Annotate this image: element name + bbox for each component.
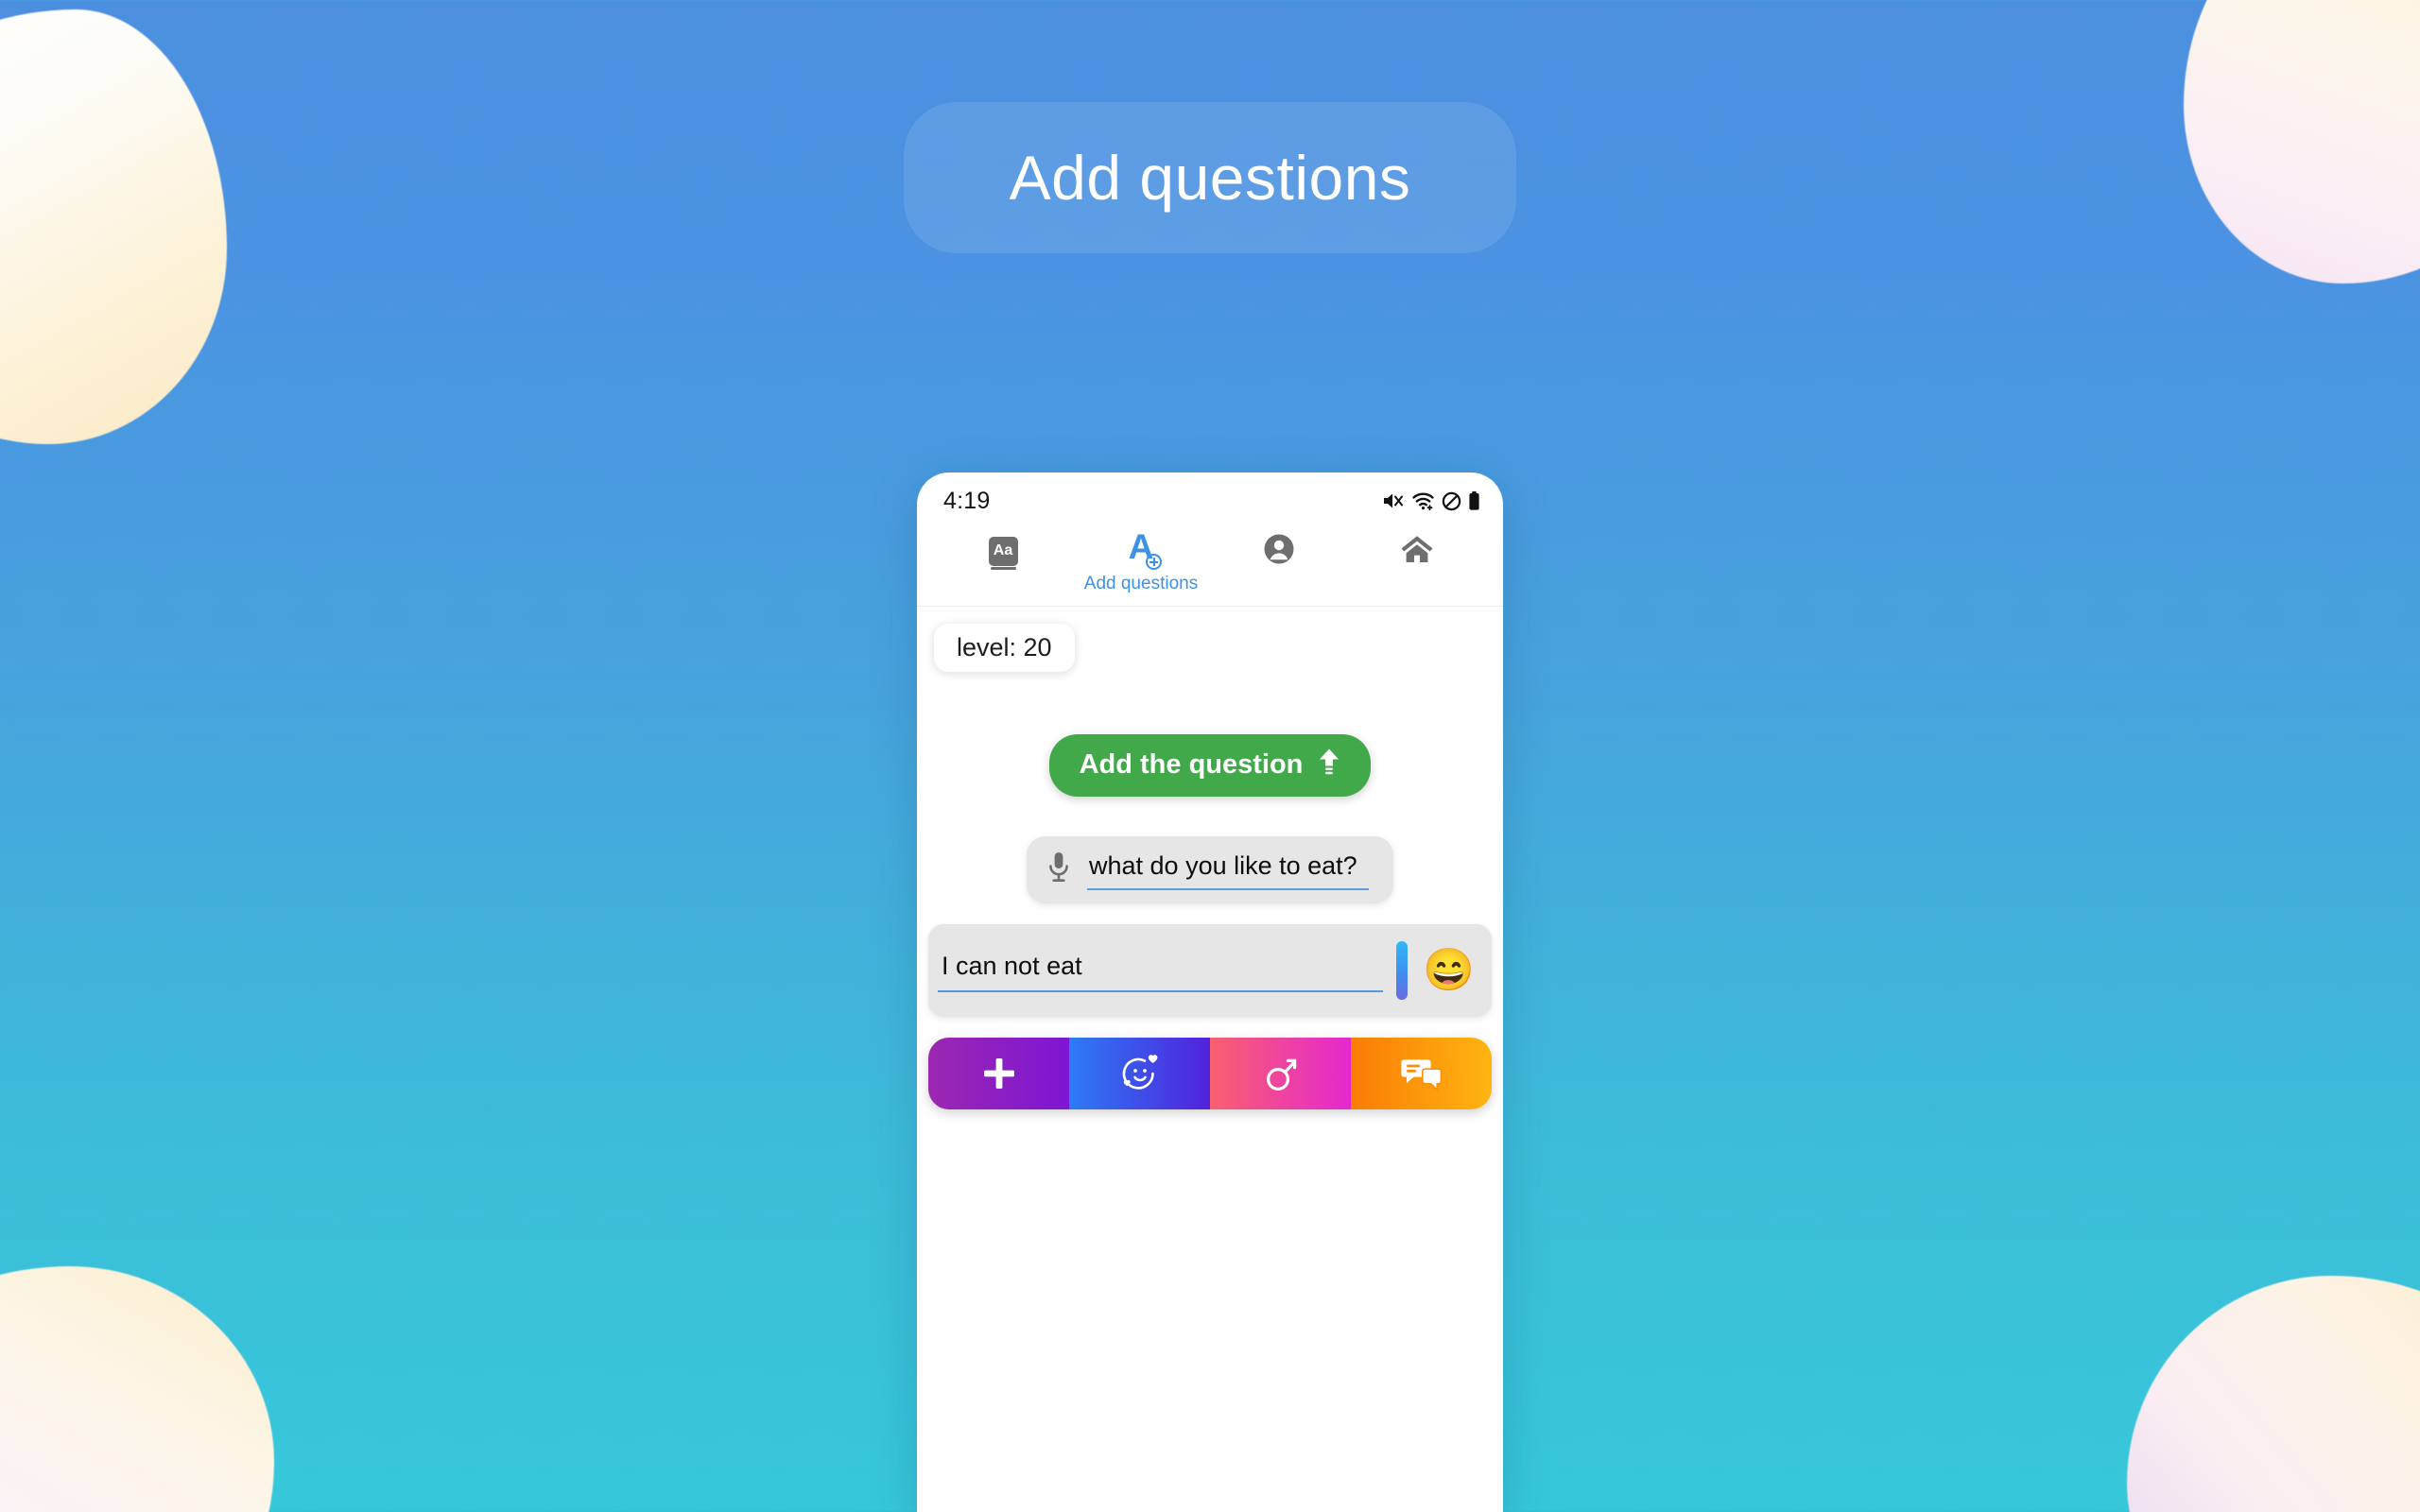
battery-icon: [1468, 490, 1480, 511]
dictionary-icon: Aa: [988, 536, 1018, 570]
upload-arrow-icon: [1316, 747, 1342, 782]
gender-action-button[interactable]: [1210, 1038, 1351, 1109]
gender-icon: [1262, 1053, 1300, 1094]
decorative-blob-bottom-left: [0, 1266, 274, 1512]
plus-icon: [979, 1054, 1019, 1093]
page-title: Add questions: [1009, 143, 1411, 213]
add-action-button[interactable]: [928, 1038, 1069, 1109]
tab-add-questions-label: Add questions: [1083, 574, 1199, 593]
level-chip: level: 20: [934, 624, 1075, 672]
profile-icon: [1262, 532, 1296, 571]
add-the-question-button[interactable]: Add the question: [1048, 734, 1372, 797]
chat-bubbles-icon: [1400, 1054, 1443, 1093]
answer-field-row: 😄: [928, 924, 1492, 1017]
gradient-divider: [1396, 941, 1409, 1000]
tab-bar: Aa A Add questions: [917, 525, 1503, 607]
decorative-blob-bottom-right: [2127, 1276, 2420, 1512]
question-field-row: [917, 836, 1503, 903]
mute-icon: [1382, 490, 1405, 511]
home-icon: [1399, 533, 1435, 570]
smiley-hearts-icon: [1118, 1053, 1162, 1094]
status-bar-icons: [1382, 490, 1480, 511]
page-header-pill: Add questions: [904, 102, 1516, 253]
status-bar-time: 4:19: [943, 487, 991, 514]
tab-profile[interactable]: [1210, 529, 1348, 573]
profile-icon-wrap: [1262, 529, 1296, 573]
tab-add-questions[interactable]: A Add questions: [1072, 529, 1210, 593]
add-the-question-button-label: Add the question: [1079, 748, 1304, 780]
decorative-blob-top-left: [0, 9, 227, 444]
question-field: [1027, 836, 1393, 903]
tab-dictionary[interactable]: Aa: [934, 529, 1072, 573]
question-input[interactable]: [1087, 850, 1369, 890]
add-question-icon: A: [1119, 529, 1163, 572]
add-question-icon-wrap: A: [1119, 529, 1163, 573]
decorative-blob-top-right: [2184, 0, 2420, 284]
plus-badge-icon: [1146, 554, 1162, 570]
add-question-button-row: Add the question: [917, 734, 1503, 797]
action-toolbar: [928, 1038, 1492, 1109]
dictionary-icon-wrap: Aa: [988, 529, 1018, 573]
app-content: level: 20 Add the question what do you l…: [917, 607, 1503, 1109]
home-icon-wrap: [1399, 529, 1435, 573]
tab-home[interactable]: [1348, 529, 1486, 573]
mood-action-button[interactable]: [1069, 1038, 1210, 1109]
status-bar: 4:19: [917, 472, 1503, 525]
grinning-face-emoji[interactable]: 😄: [1423, 950, 1475, 991]
answer-input[interactable]: [938, 949, 1384, 992]
do-not-disturb-icon: [1442, 491, 1461, 511]
phone-mockup: 4:19 Aa A Add questions level: 20 Add th…: [917, 472, 1503, 1512]
microphone-icon[interactable]: [1046, 850, 1072, 889]
chat-action-button[interactable]: [1351, 1038, 1492, 1109]
wifi-icon: [1411, 490, 1435, 511]
